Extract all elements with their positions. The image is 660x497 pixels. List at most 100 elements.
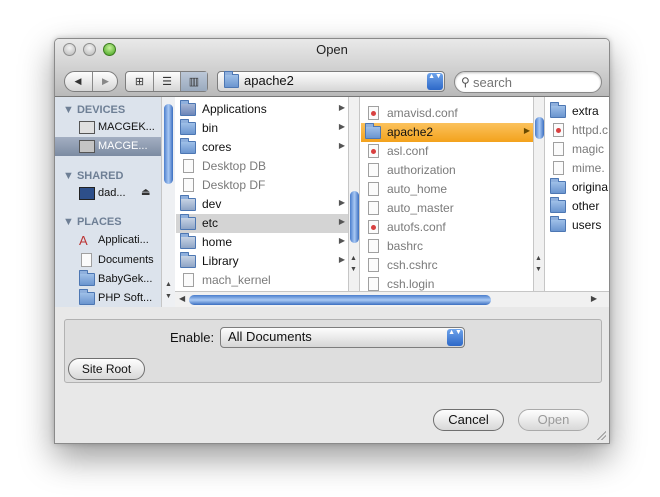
- document-icon: [368, 163, 379, 177]
- open-button[interactable]: Open: [518, 409, 589, 431]
- column-etc-scroll-thumb[interactable]: [535, 117, 544, 139]
- sidebar-item-applications[interactable]: A Applicati...: [55, 231, 161, 250]
- list-item[interactable]: cores ▶: [176, 138, 348, 157]
- list-item[interactable]: other: [546, 197, 609, 216]
- applications-icon: A: [79, 233, 88, 248]
- list-item[interactable]: Desktop DF: [176, 176, 348, 195]
- sidebar-header-devices[interactable]: ▼ DEVICES: [63, 104, 125, 116]
- list-view-button[interactable]: ☰: [153, 72, 180, 91]
- list-item[interactable]: magic: [546, 140, 609, 159]
- search-field[interactable]: ⚲: [454, 71, 602, 93]
- site-root-button[interactable]: Site Root: [68, 358, 145, 380]
- column-root-scrollbar[interactable]: ▲ ▼: [348, 97, 360, 291]
- popup-stepper-icon: ▲▼: [447, 329, 463, 346]
- list-item-selected[interactable]: etc ▶: [176, 214, 348, 233]
- list-item[interactable]: Applications ▶: [176, 100, 348, 119]
- enable-popup[interactable]: All Documents ▲▼: [220, 327, 465, 348]
- laptop-icon: [79, 121, 95, 134]
- search-input[interactable]: [473, 74, 593, 90]
- forward-button[interactable]: ▶: [92, 72, 118, 91]
- sidebar-item-device-selected[interactable]: MACGE...: [55, 137, 161, 156]
- eject-icon[interactable]: ⏏: [141, 187, 150, 198]
- scroll-down-icon[interactable]: ▼: [535, 266, 542, 273]
- disclosure-arrow-icon: ▶: [338, 255, 345, 264]
- path-popup[interactable]: apache2 ▲▼: [217, 71, 445, 92]
- column-horizontal-scrollbar[interactable]: ◀ ▶: [175, 291, 609, 307]
- disclosure-arrow-icon: ▶: [338, 122, 345, 131]
- path-label: apache2: [244, 73, 294, 88]
- disclosure-arrow-icon: ▶: [338, 217, 345, 226]
- config-file-icon: [368, 220, 379, 234]
- sidebar-scrollbar[interactable]: ▲ ▼: [161, 97, 175, 307]
- applications-folder-icon: [180, 100, 196, 116]
- document-icon: [553, 161, 564, 175]
- list-item[interactable]: csh.cshrc: [361, 256, 533, 275]
- sidebar-item-documents[interactable]: Documents: [55, 251, 161, 270]
- config-file-icon: [553, 123, 564, 137]
- column-etc-scrollbar[interactable]: ▲ ▼: [533, 97, 545, 291]
- scroll-left-icon[interactable]: ◀: [179, 294, 185, 303]
- list-item[interactable]: bin ▶: [176, 119, 348, 138]
- document-icon: [183, 159, 194, 173]
- sidebar-item-folder[interactable]: BabyGek...: [55, 270, 161, 289]
- resize-grip-icon[interactable]: [596, 430, 606, 440]
- icon-view-button[interactable]: ⊞: [126, 72, 153, 91]
- sidebar-scroll-thumb[interactable]: [164, 104, 173, 184]
- list-item[interactable]: httpd.c: [546, 121, 609, 140]
- disclosure-arrow-icon: ▶: [523, 126, 530, 135]
- list-item[interactable]: home ▶: [176, 233, 348, 252]
- list-item[interactable]: auto_master: [361, 199, 533, 218]
- list-item[interactable]: origina: [546, 178, 609, 197]
- list-item[interactable]: Library ▶: [176, 252, 348, 271]
- list-item[interactable]: asl.conf: [361, 142, 533, 161]
- cancel-button[interactable]: Cancel: [433, 409, 504, 431]
- sidebar-item-folder[interactable]: PHP Soft...: [55, 289, 161, 307]
- disclosure-arrow-icon: ▶: [338, 103, 345, 112]
- list-item-selected[interactable]: apache2 ▶: [361, 123, 533, 142]
- list-item[interactable]: dev ▶: [176, 195, 348, 214]
- alias-folder-icon: [180, 214, 196, 230]
- config-file-icon: [368, 144, 379, 158]
- list-item[interactable]: mach_kernel: [176, 271, 348, 289]
- scroll-up-icon[interactable]: ▲: [165, 281, 172, 288]
- scroll-down-icon[interactable]: ▼: [350, 266, 357, 273]
- sidebar-item-shared[interactable]: dad... ⏏: [55, 184, 161, 203]
- column-etc: amavisd.conf apache2 ▶ asl.conf authoriz…: [361, 97, 533, 291]
- list-item[interactable]: extra: [546, 102, 609, 121]
- folder-icon: [550, 216, 566, 232]
- sidebar-item-device[interactable]: MACGEK...: [55, 118, 161, 137]
- horizontal-scroll-thumb[interactable]: [189, 295, 491, 305]
- config-file-icon: [368, 106, 379, 120]
- sidebar-header-places[interactable]: ▼ PLACES: [63, 216, 122, 228]
- back-button[interactable]: ◀: [65, 72, 91, 91]
- disclosure-arrow-icon: ▶: [338, 198, 345, 207]
- view-mode-control: ⊞ ☰ ▥: [125, 71, 208, 92]
- list-item[interactable]: csh.login: [361, 275, 533, 291]
- scroll-down-icon[interactable]: ▼: [165, 293, 172, 300]
- list-item[interactable]: autofs.conf: [361, 218, 533, 237]
- list-item[interactable]: bashrc: [361, 237, 533, 256]
- title-bar: Open ◀ ▶ ⊞ ☰ ▥ apache2 ▲▼ ⚲: [55, 39, 609, 97]
- sidebar-header-shared[interactable]: ▼ SHARED: [63, 170, 123, 182]
- scroll-up-icon[interactable]: ▲: [350, 255, 357, 262]
- scroll-right-icon[interactable]: ▶: [591, 294, 597, 303]
- list-item[interactable]: mime.: [546, 159, 609, 178]
- enable-label: Enable:: [170, 330, 215, 345]
- folder-icon: [550, 197, 566, 213]
- list-item[interactable]: Desktop DB: [176, 157, 348, 176]
- list-item[interactable]: amavisd.conf: [361, 104, 533, 123]
- folder-icon: [365, 123, 381, 139]
- document-icon: [553, 142, 564, 156]
- column-root-scroll-thumb[interactable]: [350, 191, 359, 243]
- scroll-up-icon[interactable]: ▲: [535, 255, 542, 262]
- folder-icon: [79, 289, 95, 305]
- folder-icon: [550, 178, 566, 194]
- folder-icon: [79, 270, 95, 286]
- accessory-panel: Enable: All Documents ▲▼: [64, 319, 602, 383]
- list-item[interactable]: users: [546, 216, 609, 235]
- list-item[interactable]: authorization: [361, 161, 533, 180]
- list-item[interactable]: auto_home: [361, 180, 533, 199]
- column-view-button[interactable]: ▥: [180, 72, 207, 91]
- popup-stepper-icon: ▲▼: [427, 73, 443, 90]
- folder-icon: [180, 138, 196, 154]
